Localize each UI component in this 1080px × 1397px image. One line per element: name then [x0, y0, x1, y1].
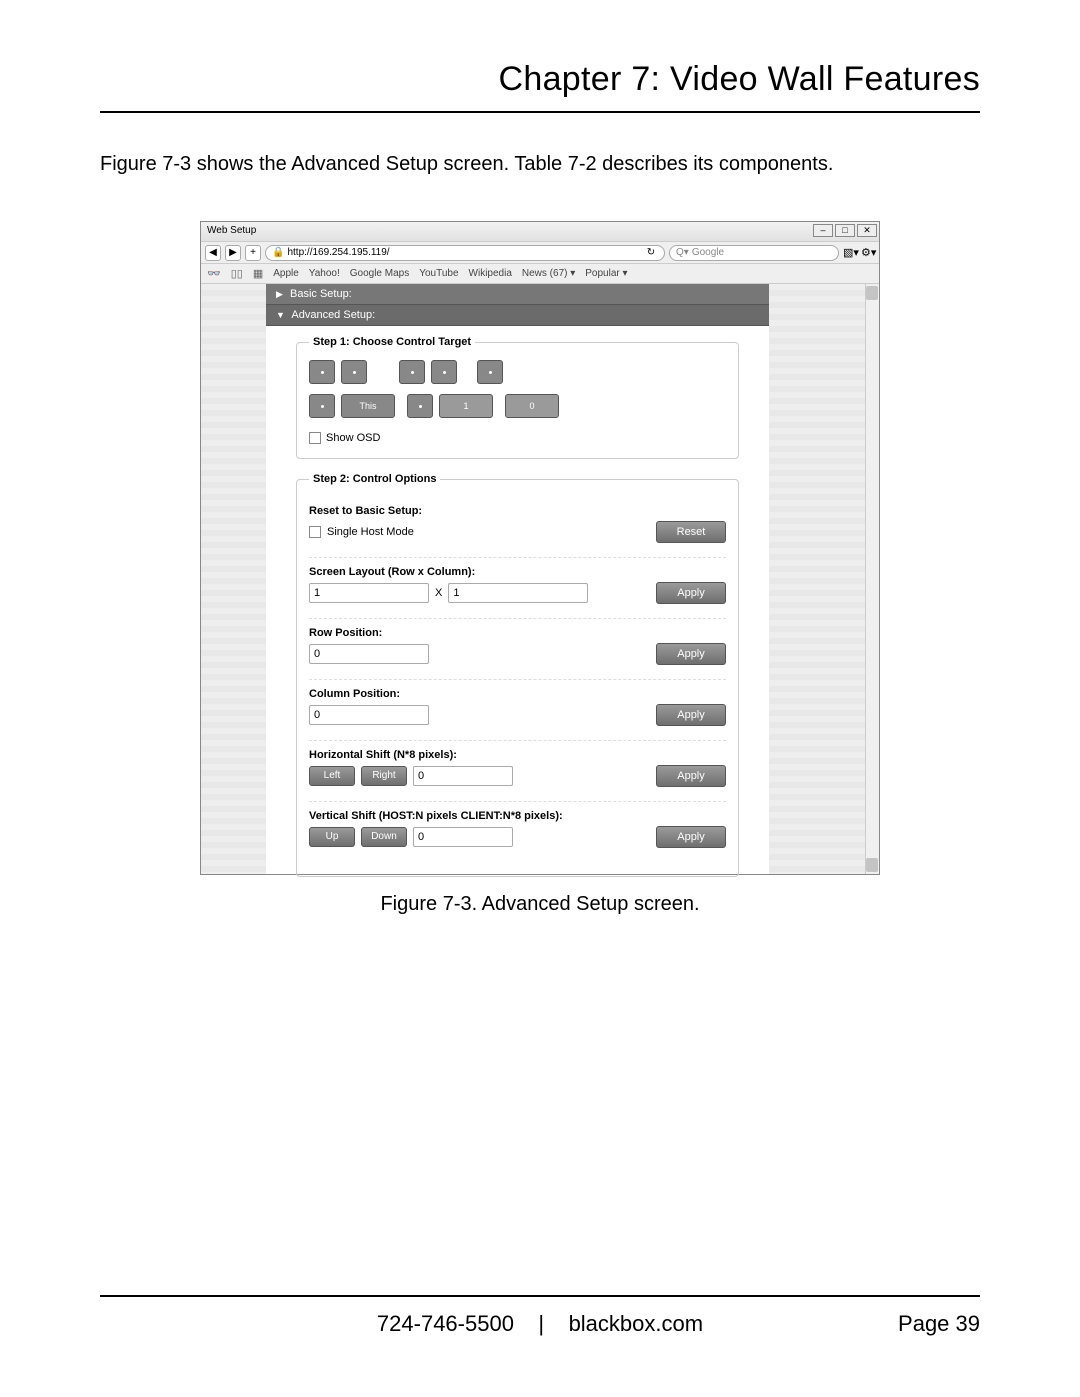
glasses-icon[interactable]: 👓 [207, 267, 221, 280]
page-footer: 724-746-5500 | blackbox.com Page 39 [100, 1295, 980, 1337]
panel-icon[interactable]: ▯▯ [231, 267, 243, 280]
expand-arrow-icon: ▼ [276, 310, 285, 320]
single-host-label: Single Host Mode [327, 526, 414, 538]
scrollbar-up-icon[interactable] [866, 286, 878, 300]
bookmark-wikipedia[interactable]: Wikipedia [469, 268, 512, 279]
figure-screenshot: Web Setup – □ ✕ ◀ ▶ + 🔒 http://169.254.1… [200, 221, 880, 875]
step2-fieldset: Step 2: Control Options Reset to Basic S… [296, 473, 739, 877]
footer-phone: 724-746-5500 [377, 1311, 514, 1336]
tab-advanced-setup[interactable]: ▼ Advanced Setup: [266, 305, 769, 326]
vshift-input[interactable] [413, 827, 513, 847]
target-cell[interactable] [431, 360, 457, 384]
footer-site: blackbox.com [569, 1311, 704, 1336]
content-right-margin [769, 284, 879, 874]
chapter-title: Chapter 7: Video Wall Features [100, 60, 980, 113]
single-host-checkbox[interactable] [309, 526, 321, 538]
hshift-header: Horizontal Shift (N*8 pixels): [309, 749, 726, 761]
vertical-scrollbar[interactable] [865, 284, 879, 874]
layout-col-select[interactable] [448, 583, 588, 603]
search-bar[interactable]: Q▾ Google [669, 245, 839, 261]
layout-header: Screen Layout (Row x Column): [309, 566, 726, 578]
vshift-header: Vertical Shift (HOST:N pixels CLIENT:N*8… [309, 810, 726, 822]
settings-gear-icon[interactable]: ⚙▾ [861, 246, 875, 260]
rowpos-apply-button[interactable]: Apply [656, 643, 726, 665]
target-cell[interactable] [341, 360, 367, 384]
vshift-down-button[interactable]: Down [361, 827, 407, 847]
tab-basic-setup[interactable]: ▶ Basic Setup: [266, 284, 769, 305]
site-lock-icon: 🔒 [272, 246, 284, 260]
target-cell[interactable] [407, 394, 433, 418]
address-bar[interactable]: 🔒 http://169.254.195.119/ ↻ [265, 245, 665, 261]
step1-legend: Step 1: Choose Control Target [309, 336, 475, 348]
colpos-apply-button[interactable]: Apply [656, 704, 726, 726]
hshift-input[interactable] [413, 766, 513, 786]
reset-header: Reset to Basic Setup: [309, 505, 726, 517]
colpos-header: Column Position: [309, 688, 726, 700]
scrollbar-down-icon[interactable] [866, 858, 878, 872]
bookmarks-bar: 👓 ▯▯ ▦ Apple Yahoo! Google Maps YouTube … [201, 264, 879, 284]
apps-grid-icon[interactable]: ▦ [253, 267, 263, 280]
layout-row-select[interactable] [309, 583, 429, 603]
window-title-text: Web Setup [207, 225, 256, 236]
reload-icon[interactable]: ↻ [644, 246, 658, 260]
add-tab-button[interactable]: + [245, 245, 261, 261]
page-menu-icon[interactable]: ▧▾ [843, 246, 857, 260]
rowpos-header: Row Position: [309, 627, 726, 639]
bookmark-googlemaps[interactable]: Google Maps [350, 268, 409, 279]
url-text: http://169.254.195.119/ [287, 246, 389, 260]
reset-button[interactable]: Reset [656, 521, 726, 543]
show-osd-checkbox[interactable] [309, 432, 321, 444]
content-left-margin [201, 284, 266, 874]
target-cell-0[interactable]: 0 [505, 394, 559, 418]
step1-fieldset: Step 1: Choose Control Target [296, 336, 739, 459]
hshift-apply-button[interactable]: Apply [656, 765, 726, 787]
vshift-apply-button[interactable]: Apply [656, 826, 726, 848]
target-cell[interactable] [477, 360, 503, 384]
search-provider-prefix: Q▾ [676, 246, 689, 260]
bookmark-apple[interactable]: Apple [273, 268, 299, 279]
window-close-icon[interactable]: ✕ [857, 224, 877, 237]
window-titlebar: Web Setup – □ ✕ [201, 222, 879, 242]
window-minimize-icon[interactable]: – [813, 224, 833, 237]
layout-x-separator: X [435, 587, 442, 599]
step2-legend: Step 2: Control Options [309, 473, 440, 485]
target-cell-this[interactable]: This [341, 394, 395, 418]
tab-advanced-label: Advanced Setup: [291, 309, 375, 321]
bookmark-youtube[interactable]: YouTube [419, 268, 458, 279]
vshift-up-button[interactable]: Up [309, 827, 355, 847]
target-cell[interactable] [309, 360, 335, 384]
rowpos-select[interactable] [309, 644, 429, 664]
bookmark-news[interactable]: News (67) ▾ [522, 268, 575, 279]
show-osd-label: Show OSD [326, 432, 380, 444]
target-cell[interactable] [399, 360, 425, 384]
layout-apply-button[interactable]: Apply [656, 582, 726, 604]
forward-button[interactable]: ▶ [225, 245, 241, 261]
lead-paragraph: Figure 7-3 shows the Advanced Setup scre… [100, 153, 980, 176]
target-cell[interactable] [309, 394, 335, 418]
target-cell-1[interactable]: 1 [439, 394, 493, 418]
back-button[interactable]: ◀ [205, 245, 221, 261]
search-placeholder: Google [692, 246, 724, 260]
hshift-left-button[interactable]: Left [309, 766, 355, 786]
colpos-select[interactable] [309, 705, 429, 725]
window-maximize-icon[interactable]: □ [835, 224, 855, 237]
tab-basic-label: Basic Setup: [290, 288, 352, 300]
collapse-arrow-icon: ▶ [276, 289, 283, 299]
hshift-right-button[interactable]: Right [361, 766, 407, 786]
bookmark-popular[interactable]: Popular ▾ [585, 268, 627, 279]
bookmark-yahoo[interactable]: Yahoo! [309, 268, 340, 279]
footer-separator: | [538, 1311, 544, 1336]
